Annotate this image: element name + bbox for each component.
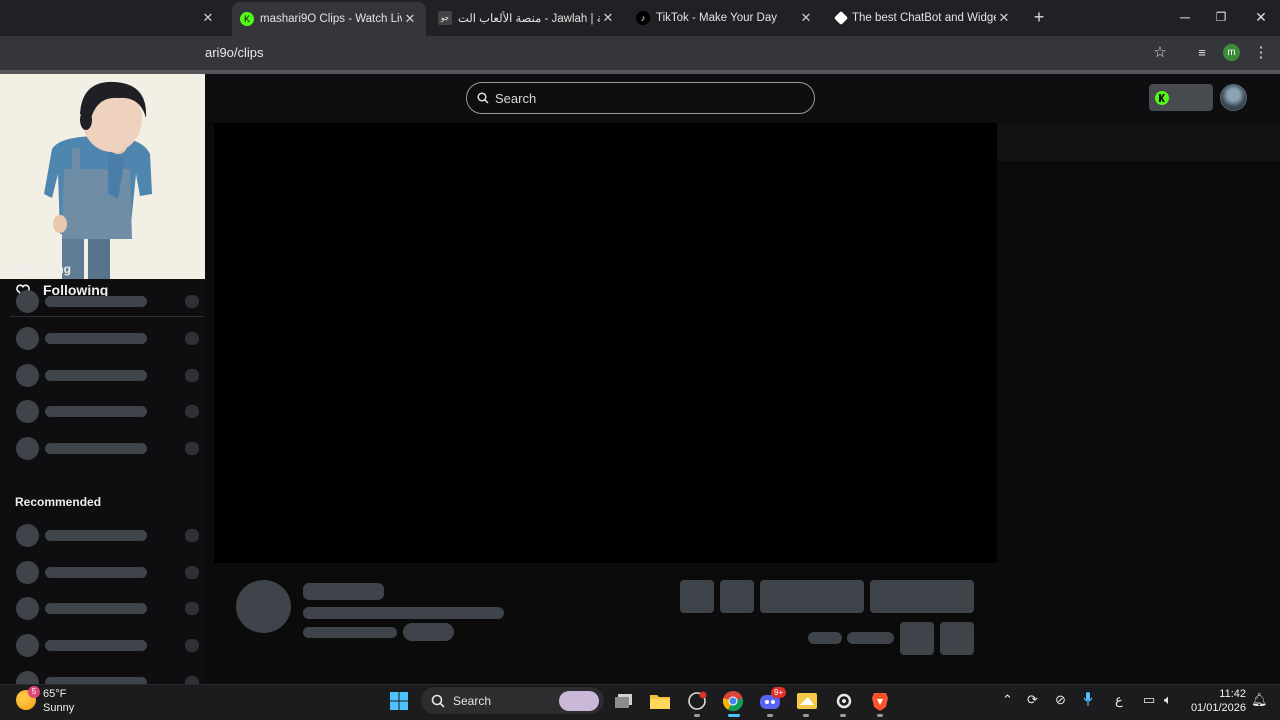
channel-avatar-placeholder xyxy=(236,580,291,633)
sync-icon[interactable]: ⟳ xyxy=(1027,692,1038,708)
url-field[interactable]: ari9o/clips xyxy=(205,45,264,60)
list-item[interactable] xyxy=(16,671,200,684)
chrome-icon[interactable] xyxy=(722,690,744,712)
clock-date: 01/01/2026 xyxy=(1190,702,1246,714)
sidebar: Following Following Recommended xyxy=(0,74,205,684)
subscribe-button-placeholder[interactable] xyxy=(870,580,974,613)
tab-label: منصة الألعاب الت - Jawlah | جولة xyxy=(458,13,600,25)
tab-label: The best ChatBot and Widgets xyxy=(852,12,996,24)
stat-placeholder xyxy=(847,632,894,644)
close-window-button[interactable]: ✕ xyxy=(1246,6,1276,28)
clock[interactable]: 11:42 01/01/2026 xyxy=(1190,687,1246,715)
category-placeholder xyxy=(303,627,397,638)
running-indicator xyxy=(694,714,700,717)
follow-button-placeholder[interactable] xyxy=(760,580,864,613)
close-icon[interactable]: ✕ xyxy=(200,10,216,26)
close-icon[interactable]: ✕ xyxy=(402,11,418,27)
weather-temperature: 65°F xyxy=(43,688,67,700)
notifications-icon[interactable]: 🔔︎ xyxy=(1251,692,1268,708)
list-item[interactable] xyxy=(16,524,200,547)
close-icon[interactable]: ✕ xyxy=(996,10,1012,26)
channel-name-placeholder xyxy=(303,583,384,600)
action-button-placeholder[interactable] xyxy=(680,580,714,613)
microphone-icon[interactable] xyxy=(1083,692,1093,709)
running-indicator xyxy=(767,714,773,717)
close-icon[interactable]: ✕ xyxy=(798,10,814,26)
weather-description: Sunny xyxy=(43,702,75,714)
action-button-placeholder[interactable] xyxy=(720,580,754,613)
tab-chatbot[interactable]: The best ChatBot and Widgets ✕ xyxy=(826,4,1020,32)
list-item[interactable] xyxy=(16,364,200,387)
search-highlight-icon xyxy=(559,691,599,711)
diamond-favicon-icon xyxy=(833,10,849,26)
running-indicator xyxy=(877,714,883,717)
profile-avatar[interactable]: m xyxy=(1223,44,1240,61)
address-bar: ari9o/clips ☆ ≡ ⋮ xyxy=(0,36,1280,70)
kick-favicon-icon: K xyxy=(240,12,254,26)
tray-overflow-icon[interactable]: ⌃ xyxy=(1002,692,1013,708)
list-item[interactable] xyxy=(16,561,200,584)
file-explorer-icon[interactable] xyxy=(649,690,671,712)
bookmark-star-icon[interactable]: ☆ xyxy=(1151,44,1169,62)
kick-logo-icon xyxy=(1155,91,1169,105)
task-view-icon[interactable] xyxy=(613,690,635,712)
windows-start-icon[interactable] xyxy=(388,690,410,712)
brave-icon[interactable] xyxy=(869,690,891,712)
tab-tiktok[interactable]: ♪ TikTok - Make Your Day ✕ xyxy=(628,4,822,32)
list-item[interactable] xyxy=(16,634,200,657)
running-indicator xyxy=(803,714,809,717)
share-button-placeholder[interactable] xyxy=(900,622,934,655)
search-input[interactable]: Search xyxy=(466,82,815,114)
app-yellow-icon[interactable] xyxy=(796,690,818,712)
language-indicator[interactable]: ع xyxy=(1115,692,1123,708)
tab-label: TikTok - Make Your Day xyxy=(656,12,778,24)
tag-placeholder xyxy=(403,623,454,641)
tab-partial[interactable]: ✕ xyxy=(200,4,228,32)
active-indicator xyxy=(728,714,740,717)
new-tab-button[interactable]: + xyxy=(1024,6,1054,28)
display-icon[interactable]: ▭ xyxy=(1143,692,1155,708)
media-control-icon[interactable]: ≡ xyxy=(1193,44,1211,62)
list-item[interactable] xyxy=(16,400,200,423)
search-icon xyxy=(431,694,445,708)
search-placeholder: Search xyxy=(495,90,537,106)
steam-like-icon[interactable] xyxy=(686,690,708,712)
stat-placeholder xyxy=(808,632,842,644)
taskbar-search-label: Search xyxy=(453,693,492,708)
more-button-placeholder[interactable] xyxy=(940,622,974,655)
video-player[interactable] xyxy=(214,123,997,563)
restore-button[interactable]: ❐ xyxy=(1206,6,1236,28)
steelseries-icon[interactable] xyxy=(833,690,855,712)
network-off-icon[interactable]: ⊘ xyxy=(1055,692,1066,708)
tiktok-favicon-icon: ♪ xyxy=(636,11,650,25)
close-icon[interactable]: ✕ xyxy=(600,10,616,26)
running-indicator xyxy=(840,714,846,717)
volume-icon[interactable]: 🔈︎ xyxy=(1164,692,1172,708)
section-title-following: Following xyxy=(15,262,71,276)
browser-tab-bar: ✕ K mashari9O Clips - Watch Live on ✕ جو… xyxy=(0,0,1280,36)
webcam-overlay xyxy=(0,74,205,279)
jawlah-favicon-icon: جو xyxy=(438,11,452,25)
list-item[interactable] xyxy=(16,327,200,350)
search-icon xyxy=(477,92,489,104)
tab-kick-clips[interactable]: K mashari9O Clips - Watch Live on ✕ xyxy=(232,2,426,36)
clock-time: 11:42 xyxy=(1219,688,1246,700)
list-item[interactable] xyxy=(16,597,200,620)
taskbar-search[interactable]: Search xyxy=(421,687,604,714)
tab-label: mashari9O Clips - Watch Live on xyxy=(260,13,402,25)
stream-title-placeholder xyxy=(303,607,504,619)
more-menu-icon[interactable]: ⋮ xyxy=(1252,44,1270,62)
right-panel-strip xyxy=(997,123,1280,161)
list-item[interactable] xyxy=(16,290,200,313)
minimize-button[interactable]: ─ xyxy=(1170,6,1200,28)
section-title-recommended: Recommended xyxy=(15,495,102,509)
list-item[interactable] xyxy=(16,437,200,460)
sidebar-divider xyxy=(10,316,204,317)
user-avatar[interactable] xyxy=(1220,84,1247,111)
tab-jawlah[interactable]: جو منصة الألعاب الت - Jawlah | جولة ✕ xyxy=(430,4,624,32)
notification-badge: 5 xyxy=(28,686,40,698)
discord-badge: 9+ xyxy=(771,687,787,698)
